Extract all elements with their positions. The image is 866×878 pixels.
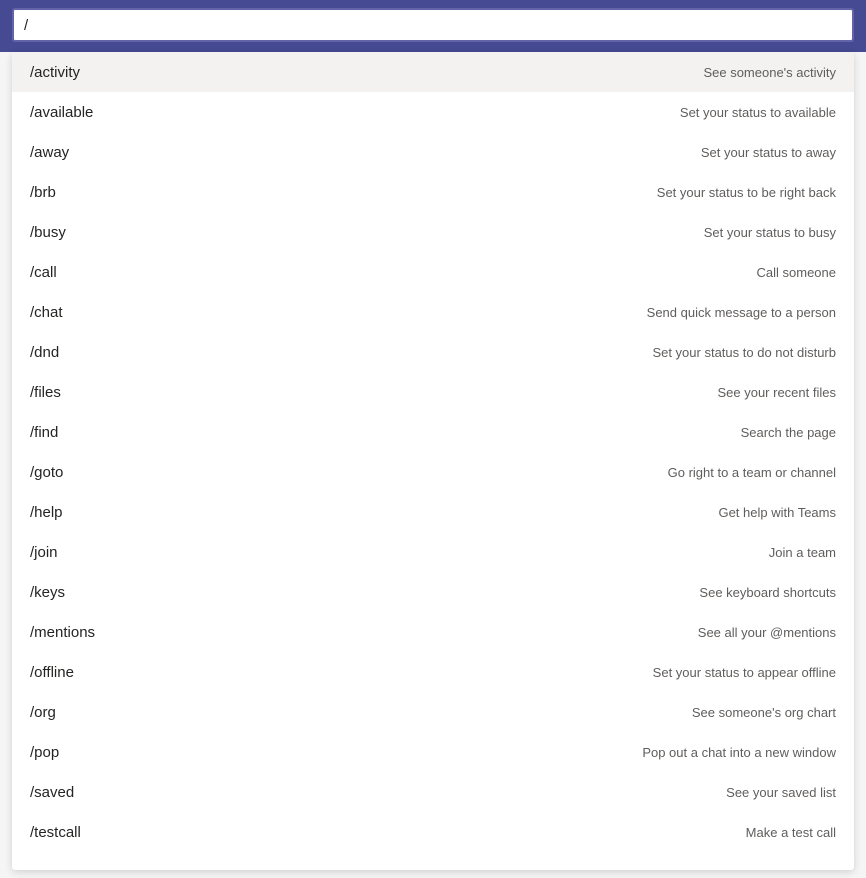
command-name: /busy — [30, 224, 66, 241]
command-item-files[interactable]: /files See your recent files — [12, 372, 854, 412]
command-item-busy[interactable]: /busy Set your status to busy — [12, 212, 854, 252]
search-container — [0, 8, 866, 52]
command-description: Make a test call — [746, 825, 836, 840]
command-item-goto[interactable]: /goto Go right to a team or channel — [12, 452, 854, 492]
command-name: /call — [30, 264, 57, 281]
command-item-offline[interactable]: /offline Set your status to appear offlin… — [12, 652, 854, 692]
command-description: Pop out a chat into a new window — [642, 745, 836, 760]
command-name: /saved — [30, 784, 74, 801]
command-description: Set your status to do not disturb — [652, 345, 836, 360]
command-name: /brb — [30, 184, 56, 201]
command-item-available[interactable]: /available Set your status to available — [12, 92, 854, 132]
command-item-keys[interactable]: /keys See keyboard shortcuts — [12, 572, 854, 612]
command-name: /find — [30, 424, 58, 441]
command-name: /away — [30, 144, 69, 161]
command-name: /dnd — [30, 344, 59, 361]
command-description: See keyboard shortcuts — [699, 585, 836, 600]
command-item-brb[interactable]: /brb Set your status to be right back — [12, 172, 854, 212]
command-name: /org — [30, 704, 56, 721]
command-description: Set your status to away — [701, 145, 836, 160]
command-description: Set your status to available — [680, 105, 836, 120]
command-description: See your saved list — [726, 785, 836, 800]
command-item-help[interactable]: /help Get help with Teams — [12, 492, 854, 532]
command-description: Search the page — [741, 425, 836, 440]
command-name: /keys — [30, 584, 65, 601]
command-name: /pop — [30, 744, 59, 761]
command-description: Send quick message to a person — [647, 305, 836, 320]
command-description: Set your status to be right back — [657, 185, 836, 200]
command-description: See someone's activity — [703, 65, 836, 80]
command-dropdown: /activity See someone's activity/availabl… — [12, 52, 854, 870]
command-item-mentions[interactable]: /mentions See all your @mentions — [12, 612, 854, 652]
command-item-testcall[interactable]: /testcall Make a test call — [12, 812, 854, 852]
command-item-pop[interactable]: /pop Pop out a chat into a new window — [12, 732, 854, 772]
command-name: /available — [30, 104, 93, 121]
command-name: /mentions — [30, 624, 95, 641]
command-item-org[interactable]: /org See someone's org chart — [12, 692, 854, 732]
command-item-chat[interactable]: /chat Send quick message to a person — [12, 292, 854, 332]
command-item-activity[interactable]: /activity See someone's activity — [12, 52, 854, 92]
title-bar — [0, 0, 866, 8]
command-description: Get help with Teams — [718, 505, 836, 520]
command-name: /join — [30, 544, 58, 561]
command-description: See your recent files — [717, 385, 836, 400]
command-description: Join a team — [769, 545, 836, 560]
command-item-join[interactable]: /join Join a team — [12, 532, 854, 572]
command-name: /files — [30, 384, 61, 401]
command-name: /help — [30, 504, 63, 521]
command-description: See all your @mentions — [698, 625, 836, 640]
command-name: /testcall — [30, 824, 81, 841]
command-search-input[interactable] — [12, 8, 854, 42]
command-name: /chat — [30, 304, 63, 321]
command-item-call[interactable]: /call Call someone — [12, 252, 854, 292]
command-item-find[interactable]: /find Search the page — [12, 412, 854, 452]
command-name: /goto — [30, 464, 63, 481]
command-item-dnd[interactable]: /dnd Set your status to do not disturb — [12, 332, 854, 372]
command-name: /activity — [30, 64, 80, 81]
command-description: Call someone — [757, 265, 837, 280]
command-item-away[interactable]: /away Set your status to away — [12, 132, 854, 172]
command-item-saved[interactable]: /saved See your saved list — [12, 772, 854, 812]
command-description: See someone's org chart — [692, 705, 836, 720]
command-description: Set your status to appear offline — [653, 665, 836, 680]
command-description: Go right to a team or channel — [668, 465, 836, 480]
command-description: Set your status to busy — [704, 225, 836, 240]
command-name: /offline — [30, 664, 74, 681]
